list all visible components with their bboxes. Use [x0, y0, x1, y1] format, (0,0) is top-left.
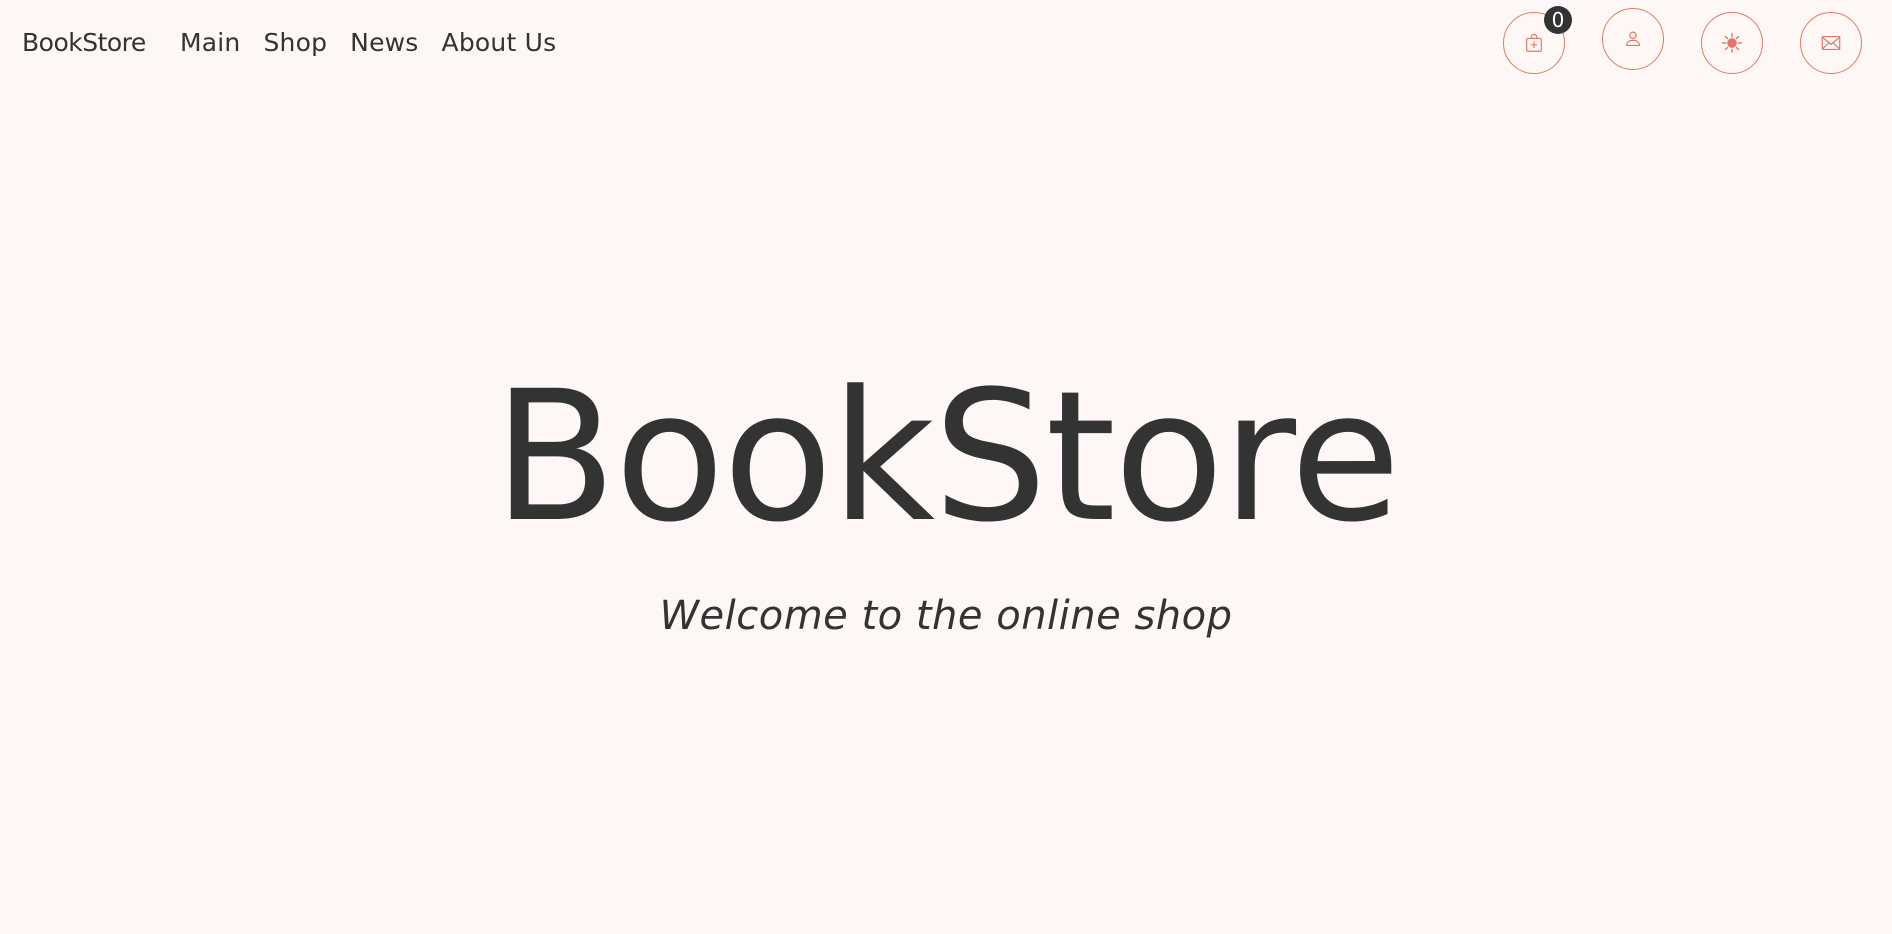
nav-list: Main Shop News About Us — [180, 26, 579, 60]
nav-item-main: Main — [180, 26, 263, 60]
brand-logo[interactable]: BookStore — [22, 26, 146, 60]
nav-item-shop: Shop — [263, 26, 350, 60]
nav-item-about-us: About Us — [442, 26, 580, 60]
cart-icon — [1526, 33, 1542, 52]
theme-toggle-button[interactable] — [1701, 12, 1763, 74]
sun-icon — [1722, 33, 1742, 53]
cart-count-badge: 0 — [1544, 6, 1572, 34]
mail-button[interactable] — [1800, 12, 1862, 74]
nav-link-main[interactable]: Main — [180, 26, 240, 60]
hero-section: BookStore Welcome to the online shop — [0, 0, 1892, 934]
hero-title: BookStore — [493, 353, 1401, 562]
site-header: BookStore Main Shop News About Us 0 — [0, 0, 1892, 90]
nav-item-news: News — [350, 26, 441, 60]
user-icon — [1625, 31, 1641, 47]
nav-link-news[interactable]: News — [350, 26, 418, 60]
hero-subtitle: Welcome to the online shop — [659, 593, 1233, 639]
nav-link-about-us[interactable]: About Us — [442, 26, 557, 60]
mail-icon — [1821, 35, 1841, 51]
nav-link-shop[interactable]: Shop — [263, 26, 327, 60]
profile-button[interactable] — [1602, 8, 1664, 70]
